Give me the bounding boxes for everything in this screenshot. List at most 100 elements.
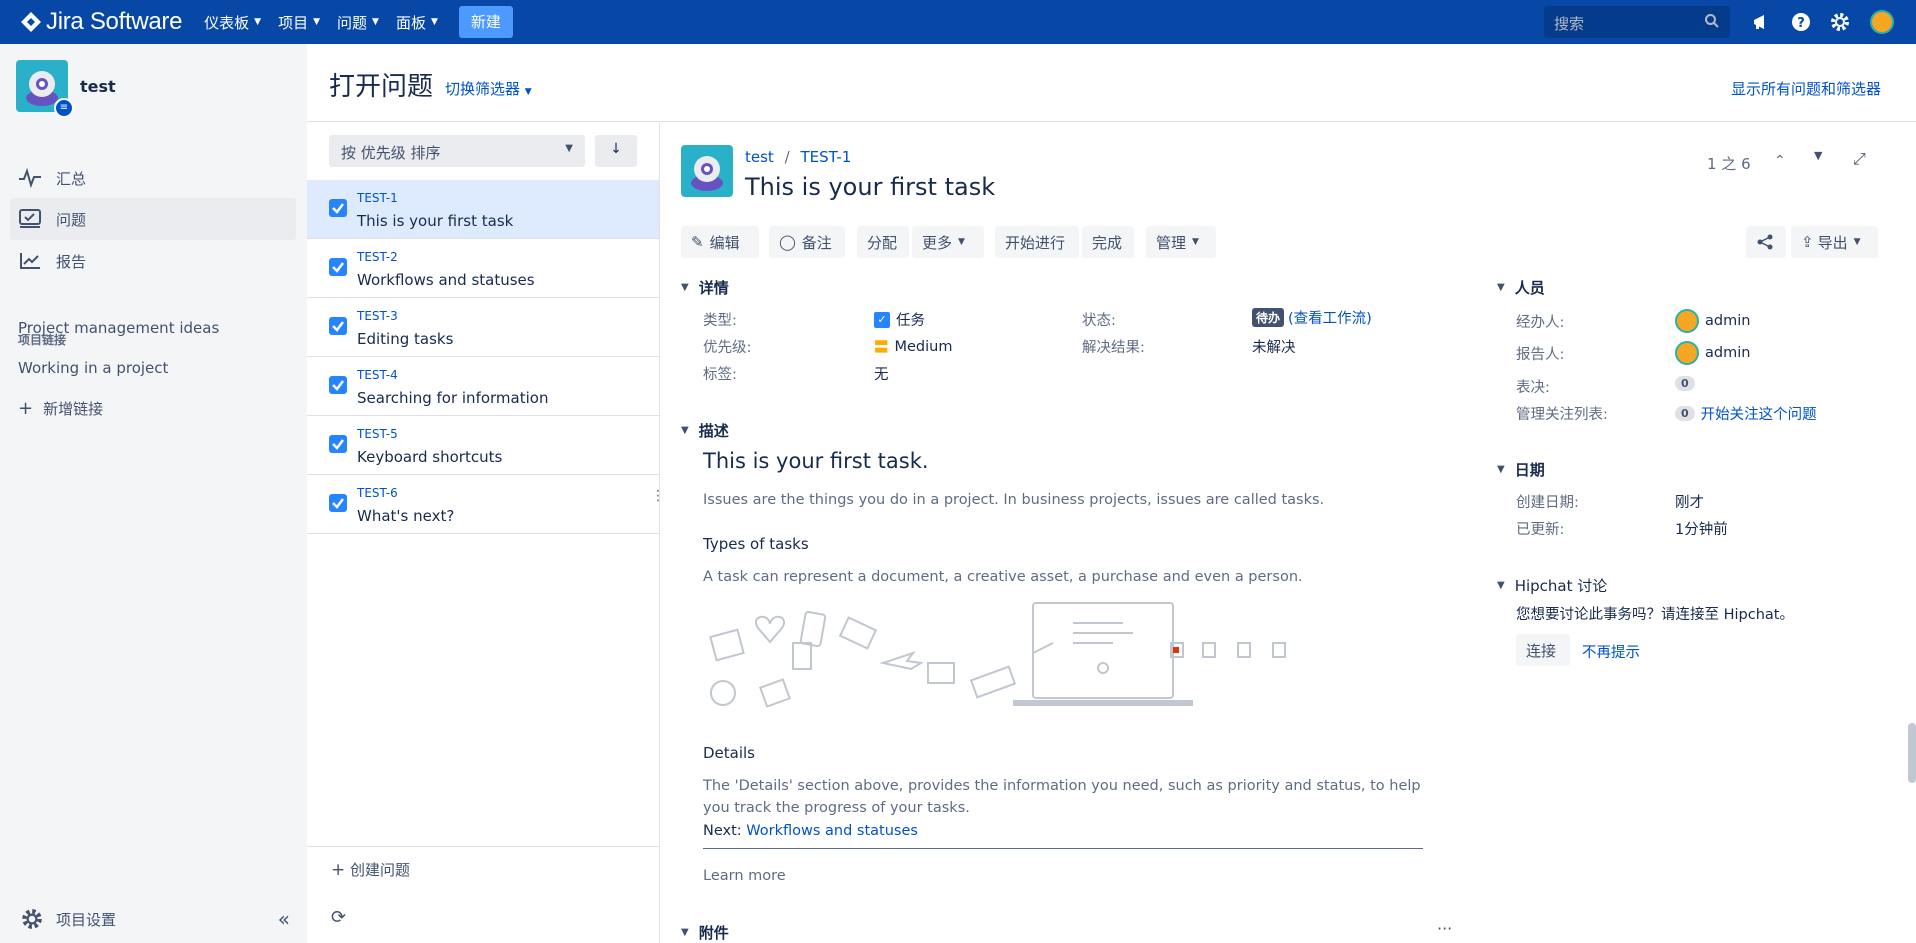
edit-button[interactable]: ✎ 编辑 (681, 226, 759, 258)
resolution-label: 解决结果: (1082, 340, 1145, 356)
details-section-toggle[interactable]: ▼ 详情 (681, 277, 729, 298)
chevron-down-icon: ▼ (1497, 580, 1505, 591)
issue-summary: What's next? (357, 507, 455, 525)
next-link[interactable]: Workflows and statuses (746, 823, 918, 839)
description-section-toggle[interactable]: ▼ 描述 (681, 420, 729, 441)
app-name: Jira Software (46, 8, 183, 35)
nav-issues[interactable]: 问题 ▼ (337, 12, 379, 33)
description-subheading: Types of tasks (703, 535, 809, 553)
share-button[interactable] (1746, 226, 1786, 258)
description-subheading: Details (703, 744, 756, 762)
reporter-value[interactable]: admin (1675, 341, 1750, 365)
assign-button[interactable]: 分配 (857, 226, 909, 258)
sidebar-item-reports[interactable]: 报告 (10, 240, 296, 282)
labels-value[interactable]: 无 (874, 363, 889, 384)
avatar (1675, 309, 1699, 333)
watchers-value: 0 开始关注这个问题 (1675, 403, 1817, 424)
search-input[interactable]: 搜索 (1544, 6, 1730, 38)
page-title: 打开问题 (329, 72, 434, 102)
share-icon (1757, 234, 1773, 250)
more-options-icon[interactable]: ··· (1437, 919, 1452, 938)
help-icon[interactable]: ? (1790, 11, 1812, 33)
more-button[interactable]: 更多 ▼ (912, 226, 984, 258)
issues-icon (19, 209, 41, 228)
project-link[interactable]: Project management ideas (18, 319, 219, 337)
sidebar-item-issues[interactable]: 问题 (10, 198, 296, 240)
chevron-down-icon[interactable]: ▼ (1814, 149, 1822, 162)
refresh-icon[interactable]: ⟳ (331, 907, 346, 928)
updated-label: 已更新: (1516, 522, 1565, 538)
project-link[interactable]: Working in a project (18, 359, 168, 377)
type-text: 任务 (896, 313, 925, 329)
issue-list-item[interactable]: TEST-2 Workflows and statuses (307, 239, 659, 298)
admin-button[interactable]: 管理 ▼ (1146, 226, 1216, 258)
export-icon: ⇪ (1801, 233, 1814, 251)
export-button[interactable]: ⇪ 导出 ▼ (1791, 226, 1878, 258)
breadcrumb-project[interactable]: test (745, 148, 774, 166)
issue-pager: 1 之 6 (1707, 155, 1751, 173)
people-section-toggle[interactable]: ▼ 人员 (1497, 277, 1545, 298)
chevron-up-icon[interactable]: ⌃ (1774, 153, 1786, 169)
learn-more-link[interactable]: Learn more (703, 865, 1403, 887)
gear-icon[interactable] (1829, 11, 1851, 33)
priority-medium-icon: 〓 (874, 340, 889, 356)
view-workflow-link[interactable]: (查看工作流) (1288, 307, 1372, 328)
project-settings-link[interactable]: 项目设置 (20, 907, 116, 931)
nav-dashboards[interactable]: 仪表板 ▼ (204, 12, 261, 33)
add-link-button[interactable]: + 新增链接 (18, 398, 103, 419)
issue-list-item[interactable]: TEST-1 This is your first task (307, 180, 659, 239)
start-progress-button[interactable]: 开始进行 (995, 226, 1079, 258)
section-heading: 日期 (1514, 461, 1545, 479)
watchers-label: 管理关注列表: (1516, 407, 1608, 423)
issue-summary: This is your first task (357, 212, 514, 230)
create-issue-button[interactable]: + 创建问题 (331, 859, 410, 880)
type-value: ✓ 任务 (874, 309, 925, 330)
issue-list-item[interactable]: TEST-4 Searching for information (307, 357, 659, 416)
sidebar-item-label: 问题 (56, 210, 87, 229)
issue-list-item[interactable]: TEST-3 Editing tasks (307, 298, 659, 357)
nav-label: 问题 (337, 13, 368, 32)
issue-list-item[interactable]: TEST-6 What's next? (307, 475, 659, 534)
nav-boards[interactable]: 面板 ▼ (396, 12, 438, 33)
expand-icon[interactable]: ⤢ (1853, 149, 1866, 169)
nav-projects[interactable]: 项目 ▼ (278, 12, 320, 33)
collapse-sidebar-icon[interactable]: « (278, 907, 290, 931)
status-value: 待办 (查看工作流) (1252, 307, 1372, 328)
plus-icon: + (331, 860, 346, 880)
scrollbar[interactable] (1908, 723, 1916, 783)
breadcrumb: test / TEST-1 (745, 148, 851, 166)
issue-key: TEST-3 (357, 309, 398, 323)
assignee-label: 经办人: (1516, 315, 1565, 331)
jira-logo[interactable]: Jira Software (20, 8, 182, 36)
sidebar-item-label: 报告 (56, 252, 87, 271)
megaphone-icon[interactable] (1750, 11, 1772, 33)
watch-link[interactable]: 开始关注这个问题 (1701, 403, 1817, 424)
hipchat-dismiss-link[interactable]: 不再提示 (1582, 641, 1640, 662)
section-heading: 附件 (698, 924, 729, 942)
nav-label: 项目 (278, 13, 309, 32)
project-header[interactable]: ≡ test (16, 60, 116, 118)
sort-direction-button[interactable]: ↓ (595, 135, 637, 167)
user-avatar[interactable] (1870, 10, 1894, 34)
hipchat-connect-button[interactable]: 连接 (1516, 634, 1570, 666)
breadcrumb-separator: / (784, 148, 790, 166)
sidebar-item-summary[interactable]: 汇总 (10, 157, 296, 199)
issue-title[interactable]: This is your first task (745, 173, 995, 201)
show-all-link[interactable]: 显示所有问题和筛选器 (1731, 78, 1881, 99)
chevron-down-icon: ▼ (681, 927, 689, 938)
issue-list-item[interactable]: TEST-5 Keyboard shortcuts (307, 416, 659, 475)
comment-button[interactable]: ◯ 备注 (769, 226, 845, 258)
done-button[interactable]: 完成 (1082, 226, 1134, 258)
assignee-value[interactable]: admin (1675, 309, 1750, 333)
breadcrumb-issue-key[interactable]: TEST-1 (800, 148, 851, 166)
attachments-section-toggle[interactable]: ▼ 附件 (681, 922, 729, 943)
project-name: test (80, 76, 116, 96)
sort-select[interactable]: 按 优先级 排序 ▼ (329, 135, 585, 167)
issue-list-footer: + 创建问题 ⟳ (307, 846, 659, 943)
switch-filter-button[interactable]: 切换筛选器 ▼ (445, 78, 532, 99)
dates-section-toggle[interactable]: ▼ 日期 (1497, 459, 1545, 480)
task-checkbox-icon (329, 494, 347, 512)
create-button[interactable]: 新建 (458, 6, 513, 38)
hipchat-section-toggle[interactable]: ▼ Hipchat 讨论 (1497, 575, 1607, 596)
sidebar-item-label: 汇总 (56, 169, 87, 188)
